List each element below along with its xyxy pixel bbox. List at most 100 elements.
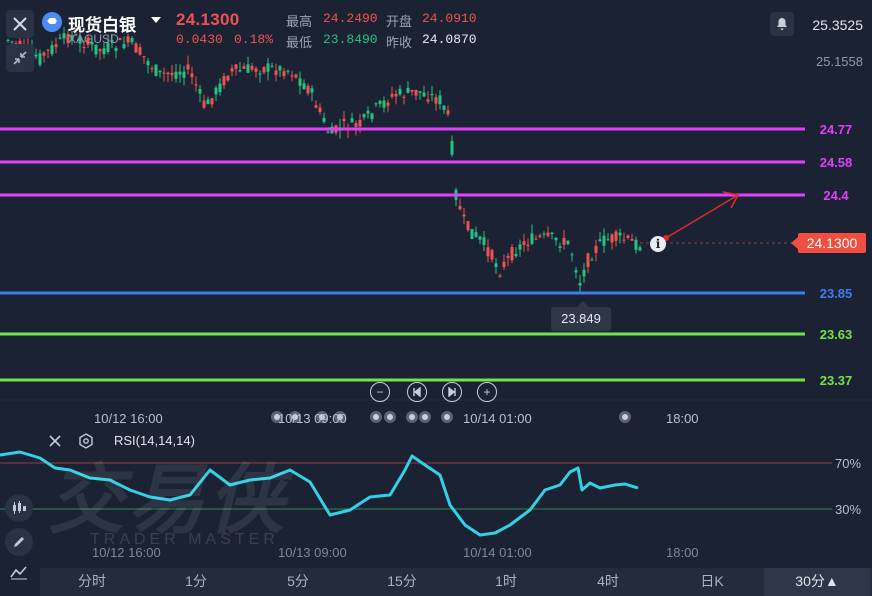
candle-body: [374, 103, 378, 105]
candle-body: [506, 255, 510, 258]
candle-body: [134, 43, 138, 53]
candle-body: [354, 123, 358, 127]
candle-body: [166, 72, 170, 75]
candle-body: [194, 84, 198, 86]
low-tooltip-value: 23.849: [561, 311, 601, 326]
indicator-button[interactable]: [5, 494, 33, 522]
time-axis-label: 18:00: [666, 411, 699, 426]
candle-body: [362, 114, 366, 118]
candle-body: [302, 83, 306, 90]
candle-body: [142, 56, 146, 58]
candle-body: [606, 239, 610, 241]
open-label: 开盘: [386, 14, 413, 29]
tab-1min[interactable]: 1分: [146, 568, 246, 596]
close-button[interactable]: [6, 10, 34, 38]
current-price-value: 24.1300: [806, 235, 858, 251]
scroll-start-button[interactable]: [407, 382, 427, 402]
candle-body: [626, 235, 630, 238]
candle-body: [206, 99, 210, 105]
alert-button[interactable]: [770, 12, 794, 36]
candle-body: [218, 83, 222, 93]
candle-body: [546, 232, 550, 236]
candle-body: [566, 240, 570, 245]
candle-body: [322, 117, 326, 122]
candle-body: [138, 47, 142, 55]
candle-body: [442, 105, 446, 110]
low-label: 最低: [286, 35, 313, 50]
candle-body: [590, 259, 594, 261]
candle-body: [214, 87, 218, 95]
rsi-time-label: 18:00: [666, 545, 699, 560]
candle-body: [550, 232, 554, 234]
instrument-logo: [42, 12, 62, 32]
candle-body: [582, 269, 586, 277]
tab-5min[interactable]: 5分: [248, 568, 348, 596]
zoom-out-button[interactable]: −: [370, 382, 390, 402]
high-value: 24.2490: [323, 11, 378, 26]
candle-body: [382, 100, 386, 108]
candle-body: [366, 110, 370, 114]
high-label: 最高: [286, 14, 313, 29]
candle-body: [98, 49, 102, 52]
candle-body: [210, 98, 214, 105]
candle-body: [434, 97, 438, 104]
candle-body: [202, 100, 206, 108]
candle-body: [534, 238, 538, 240]
candle-body: [390, 93, 394, 97]
candle-body: [638, 247, 642, 251]
chart-type-button[interactable]: [10, 564, 28, 585]
fullscreen-button[interactable]: [6, 44, 34, 72]
level-tag: 24.4: [805, 187, 867, 204]
candle-body: [162, 72, 166, 74]
candle-body: [406, 87, 410, 93]
candle-body: [130, 38, 134, 43]
candle-body: [430, 94, 434, 96]
candle-body: [190, 73, 194, 78]
candle-body: [230, 68, 234, 72]
draw-button[interactable]: [5, 528, 33, 556]
candle-body: [574, 270, 578, 273]
low-tooltip-pointer: [577, 301, 589, 307]
candle-body: [178, 71, 182, 75]
candle-body: [498, 275, 502, 277]
prev-close-label: 昨收: [386, 35, 413, 50]
tab-4hour[interactable]: 4时: [558, 568, 658, 596]
trend-arrow: [665, 191, 740, 239]
candle-body: [282, 71, 286, 77]
candle-body: [358, 120, 362, 127]
tab-15min[interactable]: 15分: [352, 568, 452, 596]
candle-body: [398, 88, 402, 95]
info-icon[interactable]: i: [650, 236, 666, 252]
candle-body: [618, 232, 622, 236]
candle-body: [558, 246, 562, 248]
tab-timeshare[interactable]: 分时: [42, 568, 142, 596]
candle-body: [262, 67, 266, 73]
pencil-icon: [14, 537, 24, 547]
candle-body: [234, 64, 238, 69]
candle-body: [310, 88, 314, 93]
candle-body: [438, 95, 442, 105]
candle-body: [542, 233, 546, 235]
level-tag: 24.58: [805, 154, 867, 171]
zoom-in-button[interactable]: +: [477, 382, 497, 402]
candle-body: [514, 253, 518, 257]
candle-body: [598, 239, 602, 241]
candle-body: [286, 70, 290, 72]
candle-body: [222, 76, 226, 86]
level-tag: 23.63: [805, 326, 867, 343]
candle-body: [58, 37, 62, 39]
scroll-end-button[interactable]: [442, 382, 462, 402]
chevron-down-icon[interactable]: [151, 17, 161, 23]
level-tag: 23.37: [805, 372, 867, 389]
candle-body: [294, 74, 298, 78]
candle-body: [326, 131, 330, 133]
candle-body: [6, 39, 10, 41]
tab-daily[interactable]: 日K: [662, 568, 762, 596]
candle-body: [126, 36, 130, 43]
candle-body: [174, 71, 178, 79]
tab-1hour[interactable]: 1时: [456, 568, 556, 596]
candle-body: [482, 237, 486, 245]
candle-body: [82, 47, 86, 49]
candle-body: [578, 283, 582, 286]
tab-30min-selected[interactable]: 30分▲: [764, 568, 870, 596]
